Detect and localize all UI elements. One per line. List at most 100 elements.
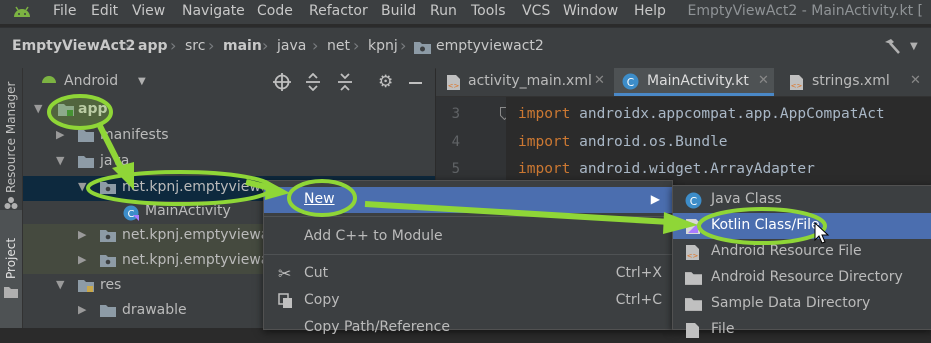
- tree-item-java[interactable]: ▼ java: [23, 150, 435, 175]
- submenu-item-android-resource-file[interactable]: <> Android Resource File: [673, 239, 931, 265]
- submenu-item-label: Kotlin Class/File: [711, 217, 820, 233]
- submenu-item-android-resource-directory[interactable]: Android Resource Directory: [673, 265, 931, 291]
- line-number: 4: [451, 134, 460, 150]
- close-icon[interactable]: ✕: [758, 73, 769, 88]
- crumb-java[interactable]: java: [277, 38, 306, 54]
- submenu-arrow-icon: ▶: [650, 192, 660, 206]
- submenu-item-sample-data-directory[interactable]: Sample Data Directory: [673, 291, 931, 317]
- locate-icon[interactable]: [273, 73, 291, 91]
- folder-icon: [78, 155, 94, 168]
- kotlin-class-icon: C: [123, 205, 139, 221]
- android-view-icon: [41, 72, 57, 84]
- resource-folder-icon: [78, 279, 94, 292]
- menu-file[interactable]: File: [53, 3, 76, 19]
- crumb-separator: ›: [312, 36, 319, 55]
- crumb-separator: ›: [170, 36, 177, 55]
- hammer-icon[interactable]: [882, 38, 902, 56]
- minimize-icon[interactable]: [409, 82, 422, 84]
- menu-item-label: Copy Path/Reference: [304, 319, 450, 335]
- crumb-package[interactable]: emptyviewact2: [436, 38, 544, 54]
- tab-strings-xml[interactable]: <> strings.xml ✕: [780, 68, 931, 96]
- menu-item-add-cpp[interactable]: Add C++ to Module: [264, 224, 672, 250]
- context-menu: New ▶ Add C++ to Module ✂ Cut Ctrl+X Cop…: [263, 180, 673, 335]
- package-icon: [414, 40, 431, 54]
- crumb-main[interactable]: main: [223, 38, 262, 54]
- close-icon[interactable]: ✕: [594, 73, 605, 88]
- tree-label: app: [78, 101, 108, 117]
- expand-arrow-icon[interactable]: ▼: [34, 102, 42, 115]
- resource-manager-icon: [4, 196, 18, 210]
- menu-item-new[interactable]: New ▶: [264, 187, 672, 213]
- view-selector[interactable]: Android: [64, 73, 118, 89]
- folder-icon: [4, 286, 18, 298]
- menu-navigate[interactable]: Navigate: [182, 3, 245, 19]
- submenu-item-label: Android Resource File: [711, 243, 862, 259]
- collapse-arrow-icon[interactable]: ▶: [78, 228, 86, 241]
- new-submenu: C Java Class Kotlin Class/File <> Androi…: [672, 185, 931, 338]
- menu-item-cut[interactable]: ✂ Cut Ctrl+X: [264, 261, 672, 287]
- crumb-app[interactable]: app: [138, 38, 168, 54]
- package-icon: [100, 181, 116, 194]
- menu-build[interactable]: Build: [381, 3, 416, 19]
- expand-all-icon[interactable]: [305, 73, 321, 91]
- tab-label: MainActivity.kt: [647, 73, 749, 89]
- svg-text:C: C: [128, 209, 135, 220]
- crumb-separator: ›: [208, 36, 215, 55]
- submenu-item-java-class[interactable]: C Java Class: [673, 187, 931, 213]
- expand-arrow-icon[interactable]: ▼: [78, 180, 86, 193]
- copy-icon: [278, 293, 294, 309]
- crumb-kpnj[interactable]: kpnj: [368, 38, 398, 54]
- tree-label: res: [100, 277, 122, 293]
- menu-window[interactable]: Window: [563, 3, 618, 19]
- collapse-arrow-icon[interactable]: ▶: [78, 303, 86, 316]
- submenu-item-label: Sample Data Directory: [711, 295, 871, 311]
- menu-code[interactable]: Code: [257, 3, 293, 19]
- menu-item-copy-path[interactable]: Copy Path/Reference: [264, 315, 672, 341]
- code-text: android.widget.ArrayAdapter: [570, 161, 815, 177]
- chevron-down-icon[interactable]: ▼: [138, 76, 146, 87]
- crumb-project[interactable]: EmptyViewAct2: [12, 38, 135, 54]
- menu-item-label: New: [304, 191, 335, 207]
- tree-label: drawable: [122, 302, 187, 318]
- menu-tools[interactable]: Tools: [471, 3, 506, 19]
- menu-run[interactable]: Run: [430, 3, 457, 19]
- project-tab[interactable]: Project: [4, 238, 18, 279]
- menu-view[interactable]: View: [132, 3, 165, 19]
- tree-label: java: [100, 153, 130, 169]
- submenu-item-file[interactable]: File: [673, 317, 931, 343]
- collapse-arrow-icon[interactable]: ▶: [78, 253, 86, 266]
- tab-main-activity-kt[interactable]: C MainActivity.kt ✕: [614, 68, 774, 96]
- menu-separator: [264, 254, 672, 255]
- crumb-src[interactable]: src: [185, 38, 205, 54]
- xml-file-icon: <>: [789, 74, 804, 91]
- menu-edit[interactable]: Edit: [91, 3, 118, 19]
- crumb-separator: ›: [400, 36, 407, 55]
- keyword: import: [518, 134, 571, 150]
- menu-refactor[interactable]: Refactor: [309, 3, 368, 19]
- gear-icon[interactable]: ⚙: [378, 72, 393, 92]
- android-logo-icon: [12, 4, 32, 18]
- submenu-item-kotlin-class[interactable]: Kotlin Class/File: [673, 213, 931, 239]
- tab-label: activity_main.xml: [468, 73, 592, 89]
- tab-label: strings.xml: [812, 73, 890, 89]
- menu-item-label: Cut: [304, 265, 329, 281]
- collapse-all-icon[interactable]: [337, 73, 353, 91]
- crumb-net[interactable]: net: [327, 38, 350, 54]
- expand-arrow-icon[interactable]: ▼: [56, 278, 64, 291]
- close-icon[interactable]: ✕: [910, 73, 921, 88]
- svg-text:<>: <>: [448, 82, 460, 90]
- resource-manager-tab[interactable]: Resource Manager: [4, 82, 18, 193]
- menu-help[interactable]: Help: [634, 3, 666, 19]
- menu-item-copy[interactable]: Copy Ctrl+C: [264, 288, 672, 314]
- svg-text:C: C: [627, 76, 634, 89]
- chevron-down-icon[interactable]: ▼: [910, 41, 918, 52]
- collapse-arrow-icon[interactable]: ▶: [56, 128, 64, 141]
- xml-file-icon: <>: [446, 74, 461, 91]
- menu-vcs[interactable]: VCS: [522, 3, 550, 19]
- expand-arrow-icon[interactable]: ▼: [56, 154, 64, 167]
- tree-item-app[interactable]: ▼ app: [23, 98, 435, 123]
- tree-item-manifests[interactable]: ▶ manifests: [23, 124, 435, 149]
- java-class-icon: C: [685, 192, 702, 209]
- crumb-separator: ›: [262, 36, 269, 55]
- tab-activity-main-xml[interactable]: <> activity_main.xml ✕: [436, 68, 608, 96]
